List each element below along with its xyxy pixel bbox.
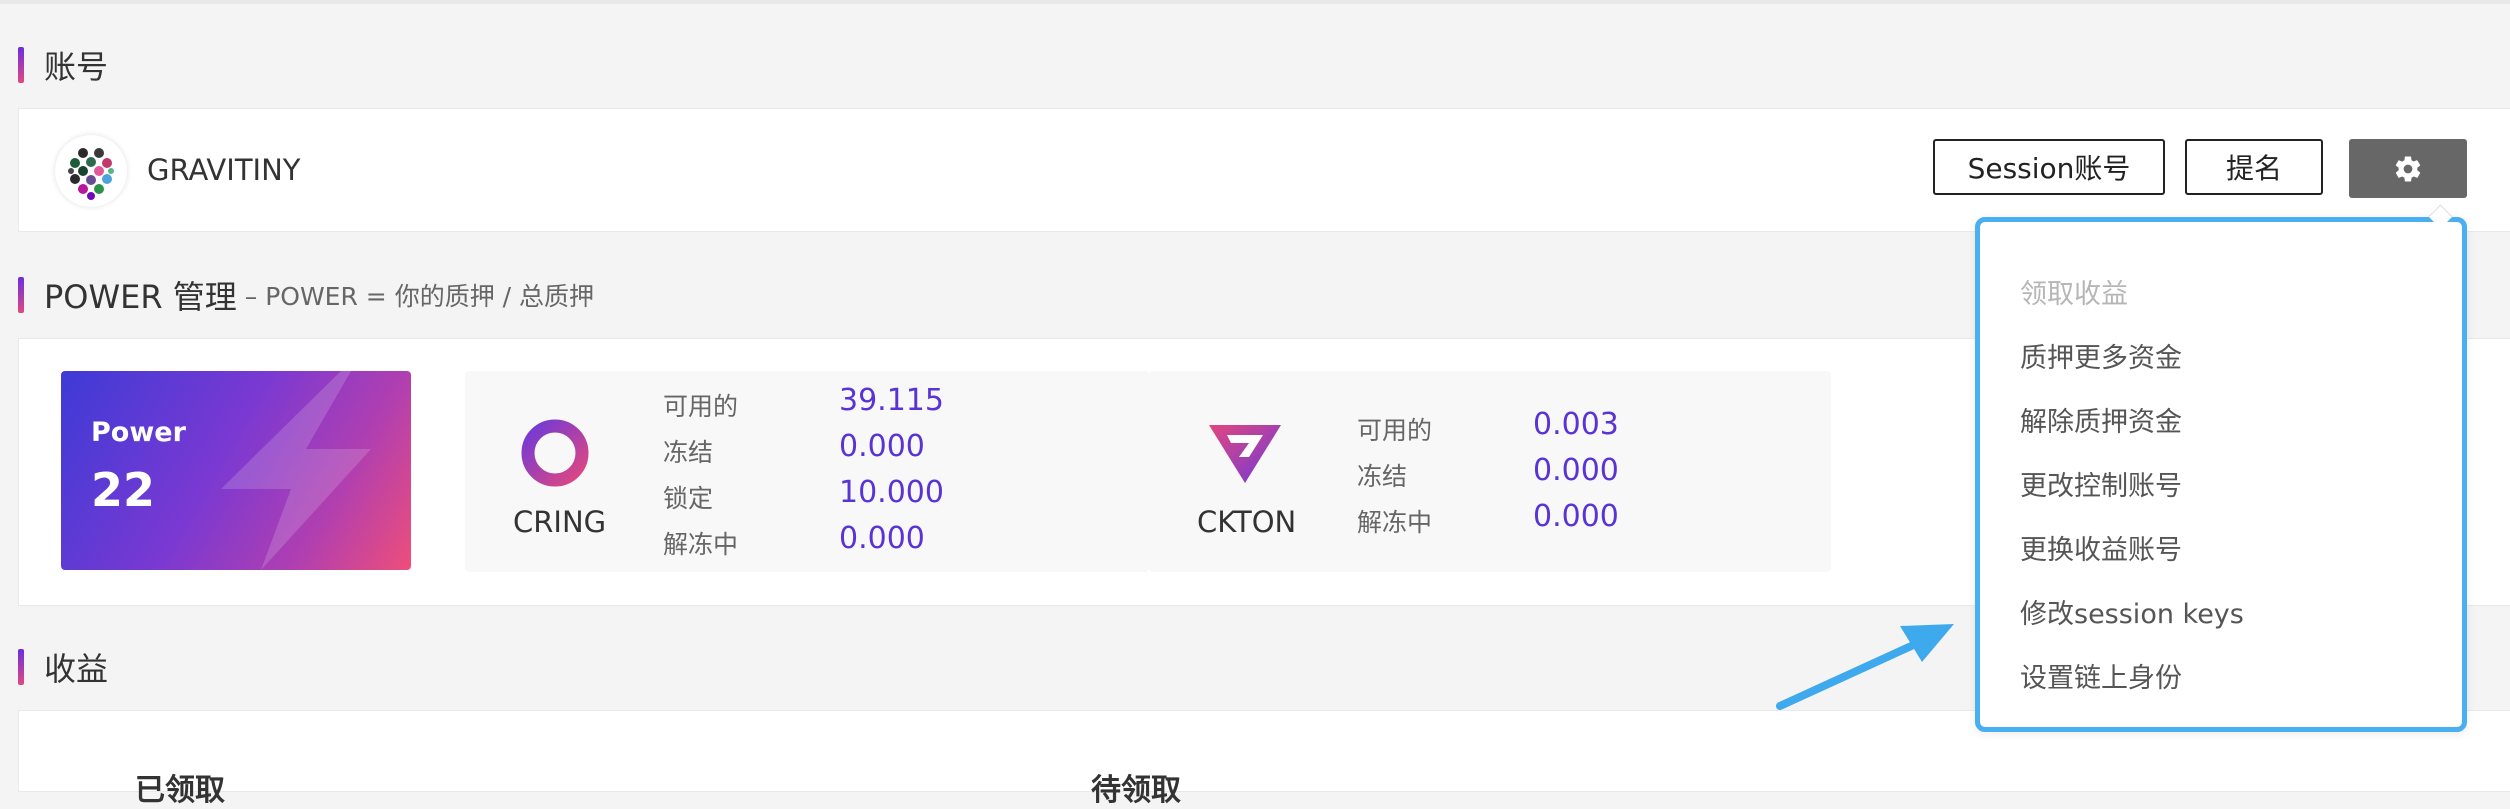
- ckton-frozen-value: 0.000: [1533, 453, 1619, 488]
- power-title-text: POWER 管理: [44, 278, 237, 316]
- top-divider: [0, 0, 2510, 4]
- claimed-label: 已领取: [135, 773, 225, 808]
- cring-locked-value: 10.000: [839, 475, 944, 510]
- ckton-shield-icon: [1209, 425, 1281, 483]
- account-section-title: 账号: [18, 44, 108, 86]
- ckton-box: CKTON 可用的 0.003 冻结 0.000 解冻中 0.000: [1149, 371, 1831, 572]
- menu-item-set-session-keys[interactable]: 修改session keys: [2020, 592, 2244, 631]
- section-accent-bar: [18, 47, 24, 83]
- identicon-icon: [68, 148, 114, 200]
- power-label: Power: [91, 417, 186, 448]
- menu-item-claim-rewards[interactable]: 领取收益: [2020, 272, 2128, 311]
- account-name: GRAVITINY: [147, 153, 301, 187]
- income-section-title: 收益: [18, 646, 108, 688]
- session-account-button[interactable]: Session账号: [1933, 139, 2165, 195]
- ckton-token-name: CKTON: [1197, 505, 1297, 539]
- menu-item-set-identity[interactable]: 设置链上身份: [2020, 656, 2182, 695]
- cring-box: CRING 可用的 39.115 冻结 0.000 锁定 10.000 解冻中 …: [465, 371, 1149, 572]
- menu-item-unbond[interactable]: 解除质押资金: [2020, 400, 2182, 439]
- cring-locked-label: 锁定: [663, 484, 714, 513]
- power-section-title: POWER 管理 – POWER = 你的质押 / 总质押: [18, 274, 594, 316]
- account-card: GRAVITINY Session账号 提名: [18, 108, 2510, 232]
- callout-arrow-icon: [1776, 624, 1954, 710]
- gear-icon: [2395, 156, 2421, 182]
- cring-available-value: 39.115: [839, 383, 944, 418]
- income-title-text: 收益: [44, 650, 109, 688]
- nominate-button[interactable]: 提名: [2185, 139, 2323, 195]
- cring-frozen-value: 0.000: [839, 429, 925, 464]
- identicon-avatar: [55, 135, 127, 207]
- cring-available-label: 可用的: [663, 392, 739, 421]
- cring-frozen-label: 冻结: [663, 438, 714, 467]
- pending-label: 待领取: [1091, 773, 1181, 808]
- cring-token-name: CRING: [513, 505, 607, 539]
- menu-item-change-controller[interactable]: 更改控制账号: [2020, 464, 2182, 503]
- ckton-available-value: 0.003: [1533, 407, 1619, 442]
- lightning-bolt-icon: [221, 371, 371, 570]
- ckton-unbonding-label: 解冻中: [1357, 508, 1433, 537]
- power-subtitle: – POWER = 你的质押 / 总质押: [244, 282, 595, 311]
- settings-button[interactable]: [2349, 139, 2467, 198]
- menu-item-change-reward-account[interactable]: 更换收益账号: [2020, 528, 2182, 567]
- ckton-frozen-label: 冻结: [1357, 462, 1408, 491]
- account-title-text: 账号: [44, 48, 109, 86]
- section-accent-bar: [18, 649, 24, 685]
- ckton-available-label: 可用的: [1357, 416, 1433, 445]
- cring-ring-icon: [521, 419, 589, 487]
- ckton-unbonding-value: 0.000: [1533, 499, 1619, 534]
- power-value: 22: [91, 463, 156, 517]
- cring-unbonding-label: 解冻中: [663, 530, 739, 559]
- menu-item-bond-more[interactable]: 质押更多资金: [2020, 336, 2182, 375]
- power-tile: Power 22: [61, 371, 411, 570]
- section-accent-bar: [18, 277, 24, 313]
- cring-unbonding-value: 0.000: [839, 521, 925, 556]
- settings-dropdown-menu: 领取收益 质押更多资金 解除质押资金 更改控制账号 更换收益账号 修改sessi…: [1975, 204, 2467, 732]
